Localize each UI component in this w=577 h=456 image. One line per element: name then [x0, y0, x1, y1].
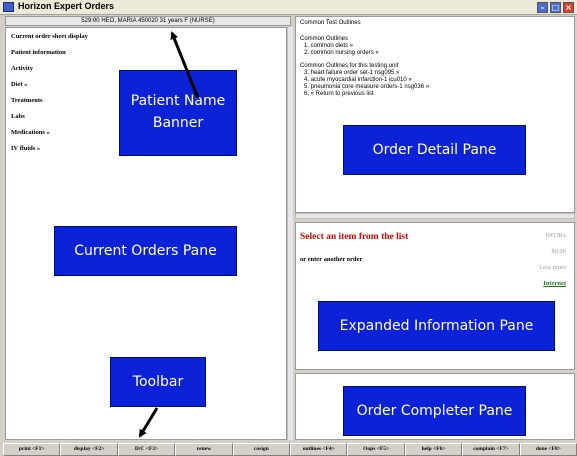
app-window: Horizon Expert Orders – □ × 529:00 HEO, …	[0, 0, 577, 456]
annotation-arrows	[138, 31, 200, 438]
banner-arrow-icon	[170, 31, 200, 99]
toolbar-arrow-icon	[138, 407, 159, 438]
